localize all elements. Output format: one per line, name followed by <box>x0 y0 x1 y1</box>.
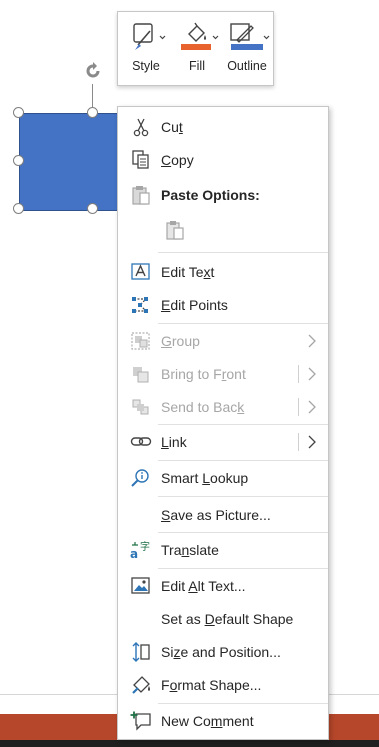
edit-points-icon <box>132 297 148 313</box>
new-comment-label: New Comment <box>161 713 254 729</box>
shape-outline-icon <box>230 23 270 50</box>
resize-handle-bottom-left[interactable] <box>13 203 24 214</box>
format-shape-icon <box>132 676 150 694</box>
menu-item-link[interactable]: Link <box>118 427 328 457</box>
context-menu: Cut Copy Paste Options: Edit Text Edit P… <box>117 106 329 740</box>
menu-separator <box>158 496 328 497</box>
send-to-back-icon <box>132 399 149 415</box>
save-as-picture-label: Save as Picture... <box>161 507 271 523</box>
shape-style-icon <box>133 23 166 50</box>
fill-button[interactable]: Fill <box>175 12 219 85</box>
new-comment-icon <box>130 711 151 731</box>
split-divider <box>298 398 299 416</box>
set-default-shape-label: Set as Default Shape <box>161 611 294 627</box>
copy-icon <box>132 150 149 169</box>
paste-icon <box>132 186 150 205</box>
menu-item-edit-points[interactable]: Edit Points <box>118 290 328 320</box>
menu-separator <box>158 568 328 569</box>
resize-handle-top-left[interactable] <box>13 107 24 118</box>
cut-label: Cut <box>161 119 183 135</box>
menu-item-set-default-shape[interactable]: Set as Default Shape <box>118 604 328 634</box>
menu-item-copy[interactable]: Copy <box>118 145 328 175</box>
scissors-icon <box>133 118 149 137</box>
chevron-right-icon <box>308 334 316 348</box>
mini-toolbar: Style Fill Outline <box>117 11 274 86</box>
paste-option-row <box>118 215 328 245</box>
menu-separator <box>158 424 328 425</box>
menu-item-edit-alt-text[interactable]: Edit Alt Text... <box>118 571 328 601</box>
chevron-right-icon[interactable] <box>307 400 317 414</box>
split-divider <box>298 365 299 383</box>
menu-item-new-comment[interactable]: New Comment <box>118 706 328 736</box>
paste-keep-formatting-icon[interactable] <box>164 220 186 240</box>
bring-to-front-label: Bring to Front <box>161 366 246 382</box>
fill-bucket-icon <box>181 22 219 50</box>
menu-item-size-and-position[interactable]: Size and Position... <box>118 637 328 667</box>
rotate-handle-icon[interactable] <box>81 59 105 83</box>
style-label: Style <box>132 59 160 73</box>
menu-item-translate[interactable]: a 字 Translate <box>118 535 328 565</box>
svg-text:a: a <box>130 547 138 560</box>
menu-item-save-as-picture[interactable]: Save as Picture... <box>118 500 328 530</box>
outline-button[interactable]: Outline <box>223 12 271 85</box>
outline-label: Outline <box>227 59 267 73</box>
menu-item-edit-text[interactable]: Edit Text <box>118 257 328 287</box>
bring-to-front-icon <box>133 367 149 383</box>
group-icon <box>131 332 150 350</box>
resize-handle-bottom-center[interactable] <box>87 203 98 214</box>
menu-separator <box>158 323 328 324</box>
size-and-position-label: Size and Position... <box>161 644 281 660</box>
resize-handle-middle-left[interactable] <box>13 155 24 166</box>
smart-lookup-label: Smart Lookup <box>161 470 249 486</box>
paste-options-header: Paste Options: <box>118 180 328 210</box>
copy-label: Copy <box>161 152 194 168</box>
group-label: Group <box>161 333 200 349</box>
edit-text-label: Edit Text <box>161 264 215 280</box>
menu-item-cut[interactable]: Cut <box>118 112 328 142</box>
menu-item-format-shape[interactable]: Format Shape... <box>118 670 328 700</box>
menu-separator <box>158 532 328 533</box>
send-to-back-label: Send to Back <box>161 399 245 415</box>
rotation-connector <box>92 84 93 109</box>
size-position-icon <box>132 642 150 662</box>
menu-item-smart-lookup[interactable]: Smart Lookup <box>118 463 328 493</box>
chevron-right-icon[interactable] <box>307 435 317 449</box>
style-button[interactable]: Style <box>124 12 168 85</box>
edit-alt-text-label: Edit Alt Text... <box>161 578 246 594</box>
paste-options-label: Paste Options: <box>161 187 260 203</box>
menu-item-send-to-back[interactable]: Send to Back <box>118 392 328 422</box>
alt-text-icon <box>131 577 150 594</box>
chevron-right-icon[interactable] <box>307 367 317 381</box>
translate-icon: a 字 <box>130 540 150 560</box>
taskbar <box>0 740 379 747</box>
selected-rectangle-shape[interactable] <box>19 113 121 211</box>
svg-text:字: 字 <box>140 540 150 553</box>
resize-handle-top-center[interactable] <box>87 107 98 118</box>
link-icon <box>130 437 152 446</box>
menu-item-bring-to-front[interactable]: Bring to Front <box>118 359 328 389</box>
menu-item-group[interactable]: Group <box>118 326 328 356</box>
fill-label: Fill <box>189 59 205 73</box>
translate-label: Translate <box>161 542 219 558</box>
split-divider <box>298 433 299 451</box>
link-label: Link <box>161 434 187 450</box>
menu-separator <box>158 703 328 704</box>
format-shape-label: Format Shape... <box>161 677 262 693</box>
edit-points-label: Edit Points <box>161 297 228 313</box>
menu-separator <box>158 252 328 253</box>
smart-lookup-icon <box>131 469 149 487</box>
edit-text-icon <box>131 263 150 280</box>
menu-separator <box>158 460 328 461</box>
